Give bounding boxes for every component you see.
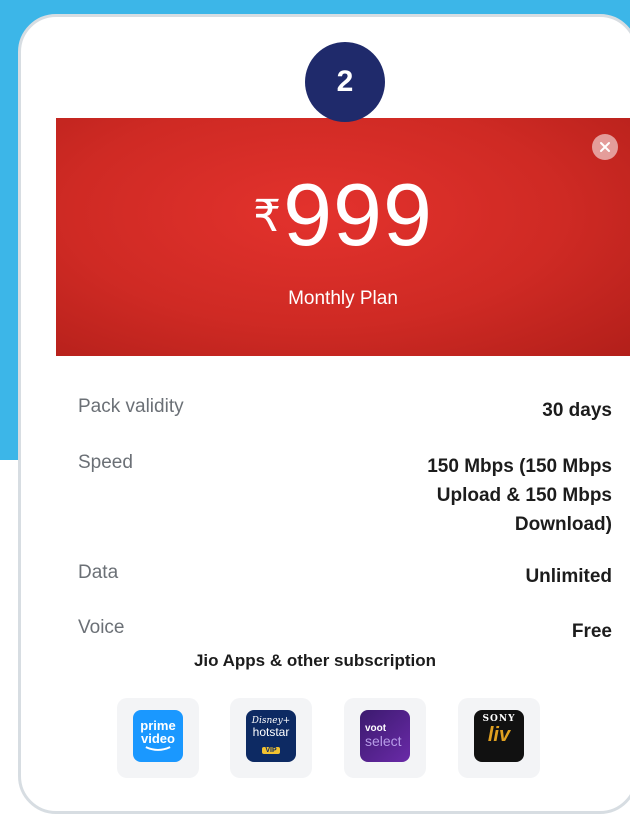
app-tile-hotstar[interactable]: Disney+ hotstar VIP — [230, 698, 312, 778]
price-amount: 999 — [283, 165, 433, 264]
hotstar-icon: Disney+ hotstar VIP — [246, 710, 296, 762]
detail-label: Data — [78, 562, 119, 583]
app-tile-prime-video[interactable]: prime video — [117, 698, 199, 778]
sony-liv-icon: SONY liv — [474, 710, 524, 762]
detail-label: Speed — [78, 452, 133, 473]
app-tile-voot-select[interactable]: voot select — [344, 698, 426, 778]
detail-label: Voice — [78, 617, 125, 638]
prime-video-icon: prime video — [133, 710, 183, 762]
detail-value: 30 days — [542, 400, 612, 421]
currency-symbol: ₹ — [253, 191, 282, 242]
plan-hero: ₹999 Monthly Plan — [56, 118, 630, 356]
close-button[interactable] — [592, 134, 618, 160]
detail-value: Free — [571, 621, 612, 642]
detail-label: Pack validity — [78, 396, 184, 417]
subscriptions-title: Jio Apps & other subscription — [193, 651, 437, 670]
voot-select-icon: voot select — [360, 710, 410, 762]
plan-name: Monthly Plan — [288, 288, 398, 309]
detail-value: 150 Mbps (150 Mbps Upload & 150 Mbps Dow… — [427, 456, 612, 535]
step-badge: 2 — [305, 42, 385, 122]
app-tile-sony-liv[interactable]: SONY liv — [458, 698, 540, 778]
detail-value: Unlimited — [525, 566, 612, 587]
plan-price: ₹999 — [56, 164, 630, 266]
close-icon — [600, 142, 610, 152]
